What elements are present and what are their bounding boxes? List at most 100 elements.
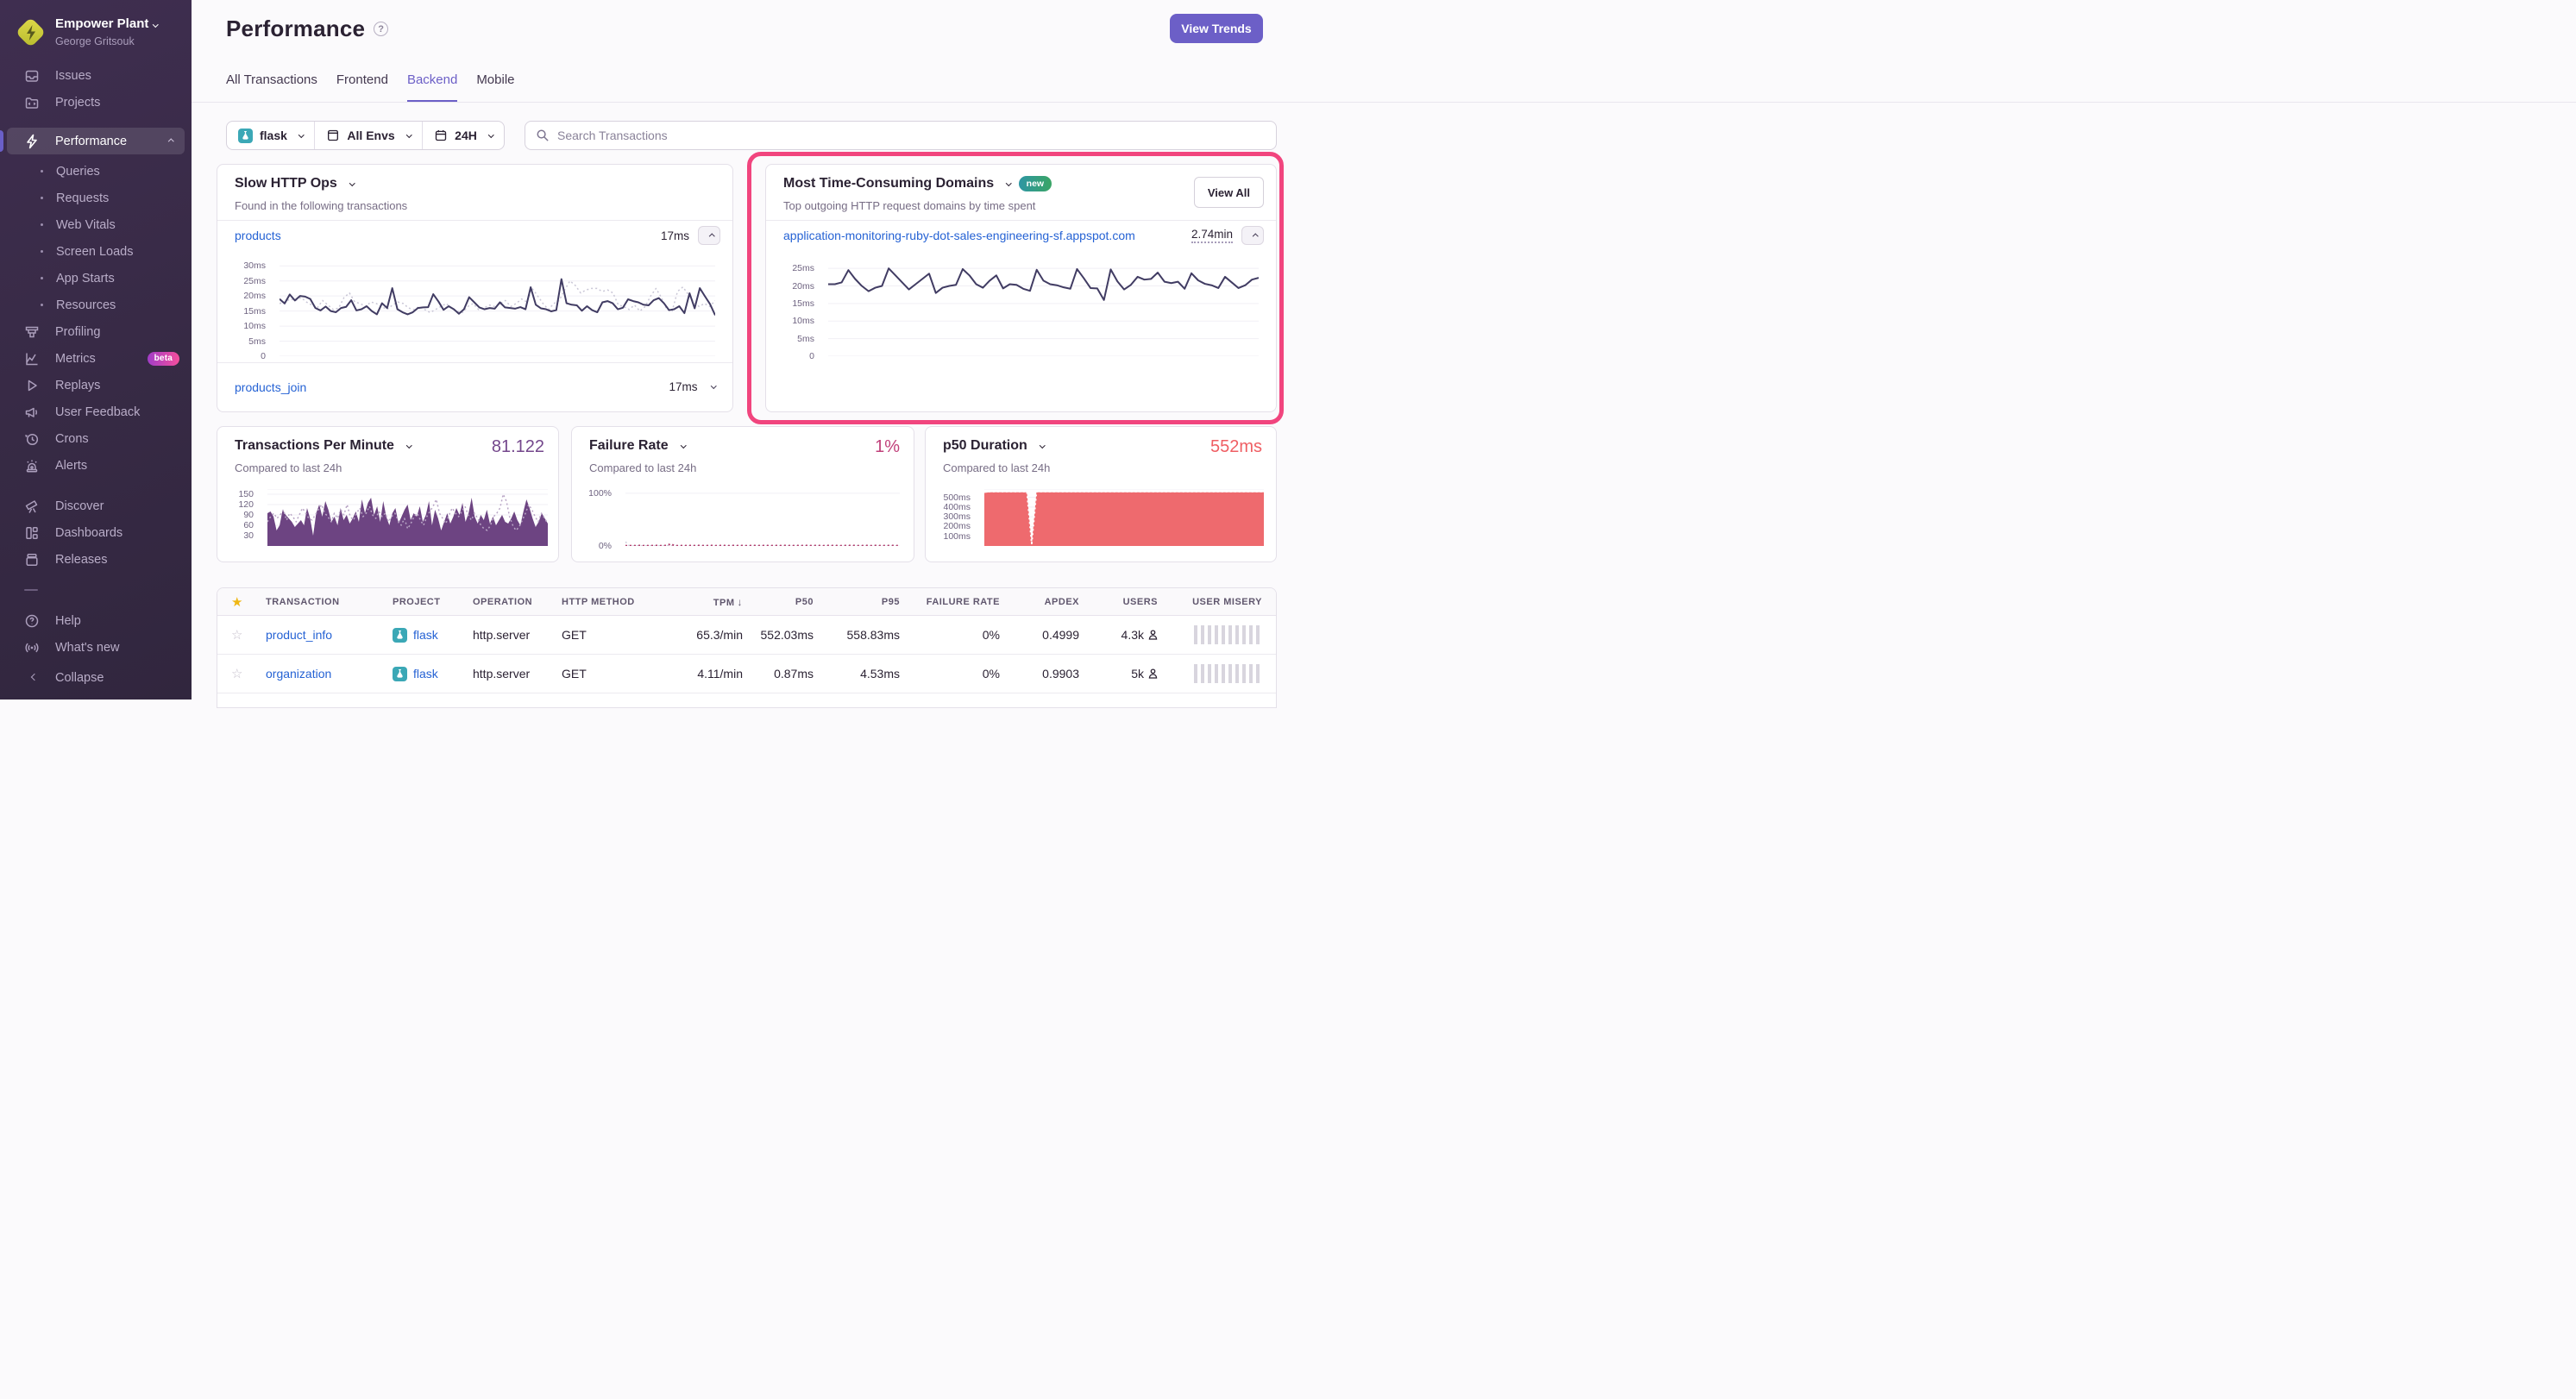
sidebar-item-projects[interactable]: Projects [0, 89, 192, 116]
sidebar-item-help[interactable]: Help [0, 607, 192, 634]
sidebar-collapse-button[interactable]: Collapse [0, 664, 192, 691]
clock-icon [24, 431, 40, 447]
sort-column-tpm[interactable]: TPM↓ [674, 596, 743, 608]
sidebar-item-dashboards[interactable]: Dashboards [0, 519, 192, 546]
sidebar-item-performance[interactable]: Performance [7, 128, 185, 154]
siren-icon [24, 458, 40, 474]
transaction-row-products: products 17ms [217, 220, 732, 251]
star-filled-icon[interactable]: ★ [231, 594, 266, 610]
help-icon [24, 613, 40, 629]
chevron-down-icon [488, 132, 493, 137]
tpm-subtitle: Compared to last 24h [235, 461, 342, 474]
most-time-consuming-domains-panel: Most Time-Consuming Domains new View All… [765, 164, 1277, 412]
sidebar-item-crons[interactable]: Crons [0, 425, 192, 452]
user-misery-bars [1194, 625, 1262, 644]
page-title: Performance [226, 16, 365, 42]
project-link[interactable]: flask [413, 667, 438, 681]
slow-http-ops-title-dropdown[interactable]: Slow HTTP Ops [235, 176, 354, 191]
transactions-table: ★ TRANSACTION PROJECT OPERATION HTTP MET… [217, 587, 1277, 708]
transaction-link[interactable]: product_info [266, 628, 393, 642]
tpm-panel: Transactions Per Minute 81.122 Compared … [217, 426, 559, 562]
p50-title-dropdown[interactable]: p50 Duration [943, 438, 1044, 454]
flask-project-icon [393, 667, 407, 681]
time-range-filter[interactable]: 24H [422, 122, 504, 149]
view-trends-button[interactable]: View Trends [1170, 14, 1263, 43]
megaphone-icon [24, 405, 40, 420]
sidebar-item-alerts[interactable]: Alerts [0, 452, 192, 479]
performance-icon [24, 134, 40, 149]
table-row: ☆ product_info flask http.server GET 65.… [217, 616, 1276, 655]
chevron-left-icon [24, 670, 40, 686]
p50-value: 552ms [1210, 437, 1262, 457]
transaction-row-products-join: products_join 17ms [217, 362, 732, 411]
failure-rate-title-dropdown[interactable]: Failure Rate [589, 438, 685, 454]
sidebar-item-user-feedback[interactable]: User Feedback [0, 398, 192, 425]
products-link[interactable]: products [235, 229, 281, 242]
sidebar-item-metrics[interactable]: Metrics beta [0, 345, 192, 372]
tpm-value: 81.122 [492, 437, 544, 457]
sidebar-item-app-starts[interactable]: App Starts [0, 265, 192, 292]
p50-subtitle: Compared to last 24h [943, 461, 1050, 474]
chevron-down-icon [406, 132, 412, 137]
tab-backend[interactable]: Backend [407, 72, 457, 103]
sidebar-item-web-vitals[interactable]: Web Vitals [0, 211, 192, 238]
collapse-toggle-button[interactable] [698, 226, 720, 245]
chevron-down-icon [406, 442, 412, 448]
sidebar-item-releases[interactable]: Releases [0, 546, 192, 573]
domains-title-dropdown[interactable]: Most Time-Consuming Domains new [783, 176, 1052, 191]
expand-toggle-chevron[interactable] [711, 383, 716, 388]
failure-rate-subtitle: Compared to last 24h [589, 461, 696, 474]
sidebar-item-profiling[interactable]: Profiling [0, 318, 192, 345]
tab-bar: All Transactions Frontend Backend Mobile [226, 72, 515, 103]
filter-bar: flask All Envs 24H [226, 121, 505, 150]
sidebar-item-issues[interactable]: Issues [0, 62, 192, 89]
products-join-link[interactable]: products_join [235, 380, 306, 394]
projects-icon [24, 95, 40, 110]
sidebar-item-replays[interactable]: Replays [0, 372, 192, 398]
domain-link[interactable]: application-monitoring-ruby-dot-sales-en… [783, 229, 1135, 242]
chevron-up-icon [168, 139, 173, 144]
project-link[interactable]: flask [413, 628, 438, 642]
telescope-icon [24, 499, 40, 514]
tab-all-transactions[interactable]: All Transactions [226, 72, 317, 103]
sidebar-item-discover[interactable]: Discover [0, 492, 192, 519]
archive-icon [24, 552, 40, 568]
active-indicator [0, 130, 3, 152]
chevron-down-icon [1006, 180, 1011, 185]
sidebar-item-screen-loads[interactable]: Screen Loads [0, 238, 192, 265]
org-user: George Gritsouk [55, 35, 135, 47]
help-circle-icon[interactable]: ? [374, 22, 388, 36]
p50-duration-panel: p50 Duration 552ms Compared to last 24h … [925, 426, 1277, 562]
project-filter[interactable]: flask [227, 122, 314, 149]
profiling-icon [24, 324, 40, 340]
org-logo [17, 19, 45, 47]
sidebar-item-resources[interactable]: Resources [0, 292, 192, 318]
slow-http-ops-panel: Slow HTTP Ops Found in the following tra… [217, 164, 733, 412]
replays-icon [24, 378, 40, 393]
domains-chart: 25ms20ms15ms10ms5ms0 [780, 261, 1259, 356]
chevron-down-icon [349, 180, 355, 185]
search-input[interactable] [557, 129, 1266, 142]
star-outline-icon[interactable]: ☆ [231, 666, 266, 681]
sidebar-item-requests[interactable]: Requests [0, 185, 192, 211]
tab-mobile[interactable]: Mobile [476, 72, 514, 103]
environment-filter[interactable]: All Envs [314, 122, 422, 149]
new-badge: new [1019, 176, 1052, 191]
chevron-down-icon [298, 132, 304, 137]
sidebar-item-whats-new[interactable]: What's new [0, 634, 192, 661]
domain-row: application-monitoring-ruby-dot-sales-en… [766, 220, 1276, 251]
table-row: ☆ organization flask http.server GET 4.1… [217, 655, 1276, 693]
transaction-link[interactable]: organization [266, 667, 393, 681]
view-all-button[interactable]: View All [1194, 177, 1264, 208]
chevron-down-icon [153, 22, 158, 27]
tab-frontend[interactable]: Frontend [336, 72, 388, 103]
collapse-toggle-button[interactable] [1241, 226, 1264, 245]
star-outline-icon[interactable]: ☆ [231, 627, 266, 643]
sidebar-item-queries[interactable]: Queries [0, 158, 192, 185]
bullet-icon [41, 223, 43, 226]
slow-http-chart: 30ms25ms20ms15ms10ms5ms0 [231, 261, 715, 356]
org-switcher[interactable]: Empower Plant George Gritsouk [17, 16, 158, 50]
issues-icon [24, 68, 40, 84]
tpm-title-dropdown[interactable]: Transactions Per Minute [235, 438, 411, 454]
chevron-down-icon [1040, 442, 1045, 448]
